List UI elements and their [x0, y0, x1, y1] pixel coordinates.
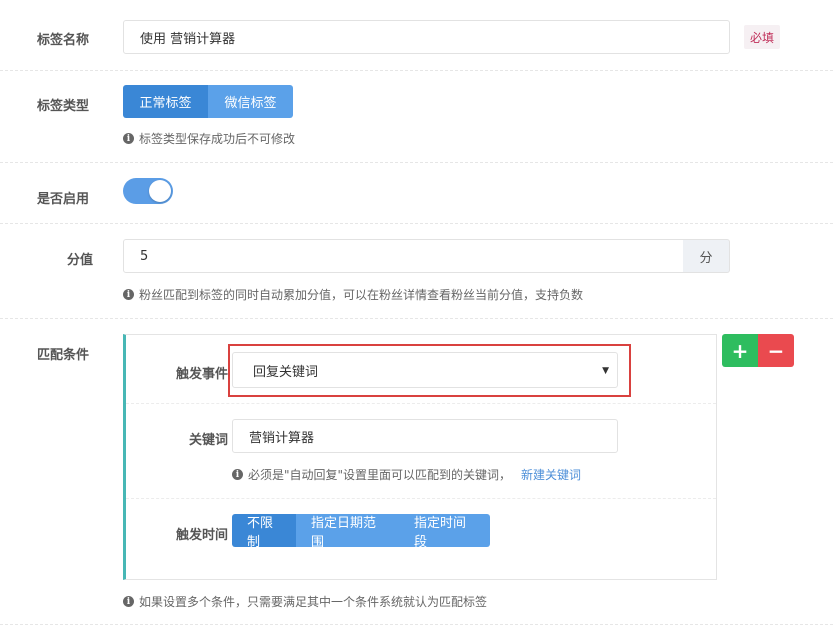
keyword-hint: i 必须是"自动回复"设置里面可以匹配到的关键词， 新建关键词: [232, 466, 581, 483]
trigger-time-date-range-button[interactable]: 指定日期范围: [296, 514, 399, 547]
match-hint-text: 如果设置多个条件，只需要满足其中一个条件系统就认为匹配标签: [139, 595, 488, 609]
match-label: 匹配条件: [37, 348, 90, 363]
info-icon: i: [123, 596, 134, 607]
divider: [0, 624, 833, 625]
minus-icon: −: [767, 338, 785, 363]
info-icon: i: [123, 289, 134, 300]
tag-type-label: 标签类型: [37, 99, 90, 114]
keyword-label: 关键词: [188, 433, 228, 448]
score-label: 分值: [66, 253, 93, 268]
keyword-input[interactable]: 营销计算器: [232, 419, 618, 453]
keyword-hint-text: 必须是"自动回复"设置里面可以匹配到的关键词，: [248, 468, 512, 482]
toggle-knob: [149, 180, 171, 202]
divider: [0, 70, 833, 71]
tag-type-hint-text: 标签类型保存成功后不可修改: [139, 132, 296, 146]
divider: [0, 318, 833, 319]
new-keyword-link[interactable]: 新建关键词: [521, 466, 581, 483]
trigger-event-label: 触发事件: [175, 367, 228, 382]
tag-type-group: 正常标签 微信标签: [123, 85, 293, 118]
enabled-toggle[interactable]: [123, 178, 173, 204]
tag-name-input[interactable]: 使用 营销计算器: [123, 20, 730, 54]
score-unit-addon: 分: [683, 239, 730, 273]
add-condition-button[interactable]: +: [722, 334, 758, 367]
remove-condition-button[interactable]: −: [758, 334, 794, 367]
tag-name-value: 使用 营销计算器: [140, 31, 236, 47]
tag-type-normal-button[interactable]: 正常标签: [123, 85, 208, 118]
plus-icon: +: [731, 338, 749, 363]
match-hint: i 如果设置多个条件，只需要满足其中一个条件系统就认为匹配标签: [123, 593, 487, 610]
trigger-time-unlimited-button[interactable]: 不限制: [232, 514, 296, 547]
trigger-time-group: 不限制 指定日期范围 指定时间段: [232, 514, 490, 547]
info-icon: i: [123, 133, 134, 144]
score-input[interactable]: 5: [123, 239, 684, 273]
tag-type-wechat-button[interactable]: 微信标签: [208, 85, 293, 118]
divider: [126, 403, 716, 404]
enabled-label: 是否启用: [37, 192, 90, 207]
score-hint-text: 粉丝匹配到标签的同时自动累加分值，可以在粉丝详情查看粉丝当前分值，支持负数: [139, 288, 584, 302]
divider: [0, 162, 833, 163]
required-badge: 必填: [744, 25, 781, 49]
score-value: 5: [140, 248, 149, 264]
info-icon: i: [232, 469, 243, 480]
divider: [0, 223, 833, 224]
trigger-time-label: 触发时间: [175, 528, 228, 543]
highlight-box: [228, 344, 631, 397]
tag-name-label: 标签名称: [37, 33, 90, 48]
keyword-value: 营销计算器: [249, 430, 315, 446]
divider: [126, 498, 716, 499]
tag-type-hint: i 标签类型保存成功后不可修改: [123, 130, 295, 147]
score-hint: i 粉丝匹配到标签的同时自动累加分值，可以在粉丝详情查看粉丝当前分值，支持负数: [123, 286, 583, 303]
trigger-time-time-period-button[interactable]: 指定时间段: [399, 514, 490, 547]
